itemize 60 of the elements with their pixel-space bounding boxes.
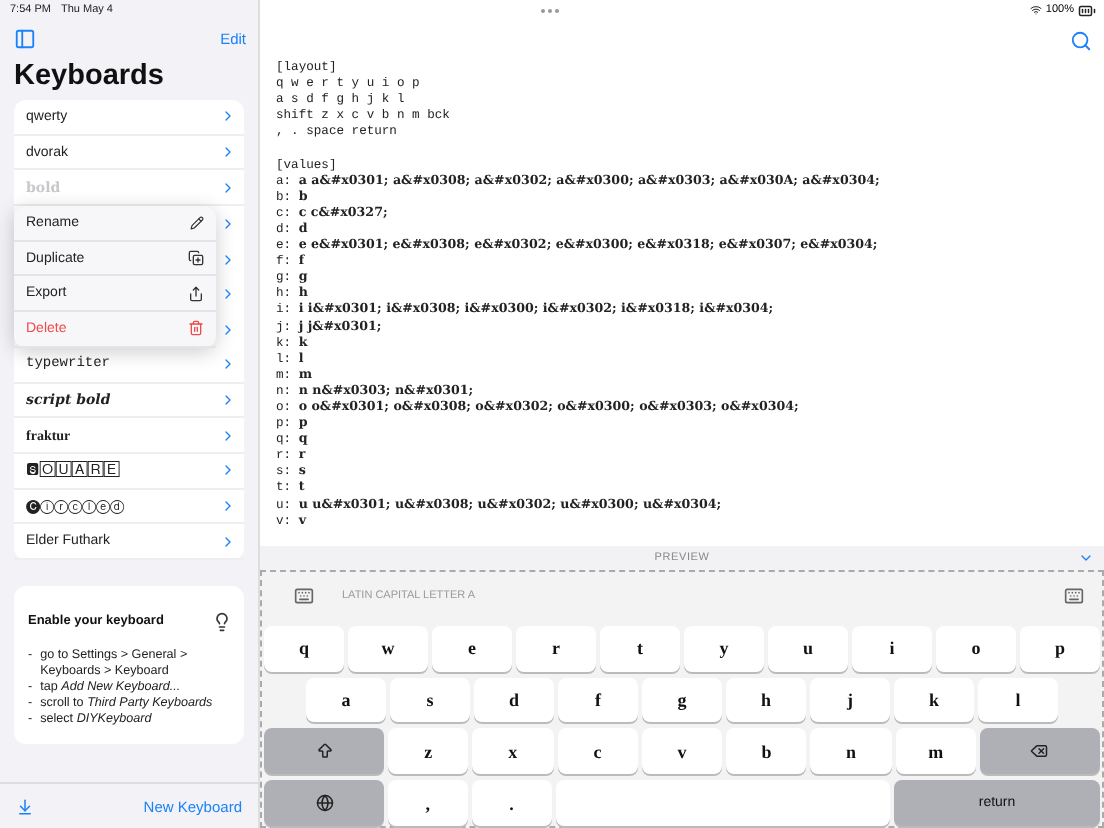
keyboard-icon[interactable]	[294, 585, 314, 606]
chevron-icon	[220, 179, 236, 196]
lightbulb-icon	[212, 611, 232, 632]
chevron-icon	[220, 215, 236, 232]
search-icon[interactable]	[1070, 29, 1092, 51]
chevron-icon	[220, 462, 236, 479]
download-icon[interactable]	[16, 797, 34, 815]
chevron-icon	[220, 427, 236, 444]
chevron-icon	[220, 286, 236, 303]
chevron-icon	[220, 356, 236, 373]
wifi-icon	[1029, 4, 1042, 16]
keyboard-key[interactable]: l	[978, 677, 1058, 723]
backspace-icon	[1030, 742, 1049, 761]
keyboard-key[interactable]: w	[348, 625, 428, 672]
keyboard-key[interactable]: d	[474, 677, 554, 723]
keyboard-key[interactable]: f	[558, 677, 638, 723]
keyboard-key[interactable]: a	[306, 677, 386, 723]
keyboard-key[interactable]: b	[726, 728, 807, 775]
keyboard-icon[interactable]	[1064, 585, 1084, 606]
chevron-icon	[220, 144, 236, 161]
globe-icon	[315, 794, 333, 813]
keyboard-key[interactable]: t	[600, 625, 680, 672]
keyboard-key[interactable]: z	[388, 728, 469, 775]
chevron-icon	[220, 497, 236, 514]
keyboard-key[interactable]: k	[894, 677, 974, 723]
keyboard-key[interactable]: s	[390, 677, 470, 723]
keyboard-key[interactable]: g	[642, 677, 722, 723]
shift-icon	[315, 742, 333, 761]
keyboard-key[interactable]	[264, 780, 384, 826]
keyboard-key[interactable]: n	[810, 728, 892, 775]
chevron-down-icon[interactable]	[1078, 550, 1094, 566]
keyboard-key[interactable]: c	[557, 728, 638, 775]
chevron-icon	[220, 108, 236, 125]
keyboard-key[interactable]: q	[264, 625, 344, 672]
keyboard-key[interactable]: .	[471, 780, 552, 826]
keyboard-key[interactable]: r	[516, 625, 596, 672]
chevron-icon	[220, 391, 236, 408]
pencil-icon	[190, 215, 204, 230]
copy-plus-icon	[188, 250, 204, 267]
keyboard-key[interactable]: i	[852, 625, 932, 672]
keyboard-key[interactable]: o	[936, 625, 1016, 672]
battery-icon	[1078, 1, 1096, 19]
trash-icon	[188, 320, 204, 337]
keyboard-key[interactable]: ,	[388, 780, 468, 826]
sidebar-icon[interactable]	[14, 27, 36, 49]
keyboard-key[interactable]: v	[641, 728, 723, 775]
keyboard-key[interactable]: e	[432, 625, 512, 672]
keyboard-key[interactable]: y	[684, 625, 764, 672]
chevron-icon	[220, 533, 236, 550]
more-dots-icon	[540, 7, 560, 13]
keyboard-key[interactable]: m	[895, 728, 976, 775]
keyboard-key[interactable]: j	[810, 677, 890, 723]
keyboard-key[interactable]: x	[472, 728, 554, 775]
keyboard-key[interactable]: p	[1020, 625, 1100, 672]
sidebar-title: Keyboards	[14, 60, 166, 92]
keyboard-key[interactable]: u	[768, 625, 848, 672]
keyboard-key[interactable]: h	[726, 677, 806, 723]
chevron-icon	[220, 251, 236, 268]
share-icon	[188, 285, 204, 302]
chevron-icon	[220, 321, 236, 338]
